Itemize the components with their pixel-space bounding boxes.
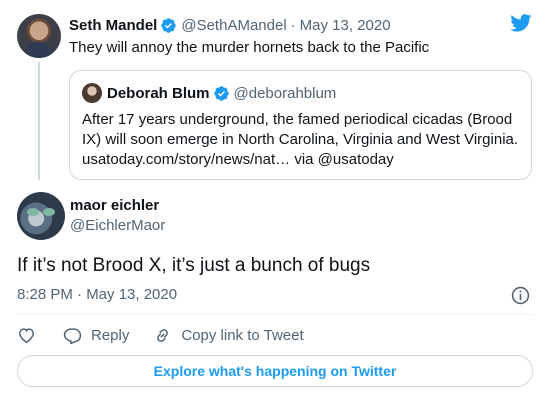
parent-tweet-date[interactable]: May 13, 2020 bbox=[300, 17, 391, 34]
like-button[interactable] bbox=[17, 326, 43, 345]
thread-connector-line bbox=[38, 62, 40, 180]
quoted-tweet[interactable]: Deborah Blum @deborahblum After 17 years… bbox=[69, 70, 532, 180]
quoted-author-handle: @deborahblum bbox=[233, 84, 337, 102]
reply-icon bbox=[63, 327, 82, 344]
info-icon[interactable] bbox=[511, 286, 530, 305]
quoted-tweet-header: Deborah Blum @deborahblum bbox=[107, 83, 336, 103]
quoted-text-line: IX) will soon emerge in North Carolina, … bbox=[82, 131, 519, 148]
verified-badge-icon bbox=[160, 17, 177, 34]
seth-mandel-avatar[interactable] bbox=[17, 14, 61, 58]
main-author-handle[interactable]: @EichlerMaor bbox=[70, 217, 165, 234]
twitter-bird-icon[interactable] bbox=[510, 14, 532, 32]
quoted-text-line: usatoday.com/story/news/nat… via @usatod… bbox=[82, 151, 394, 168]
tweet-timestamp[interactable]: 8:28 PM · May 13, 2020 bbox=[17, 285, 177, 305]
main-tweet-text: If it’s not Brood X, it’s just a bunch o… bbox=[17, 255, 371, 276]
deborah-blum-avatar bbox=[82, 83, 102, 103]
parent-author-handle[interactable]: @SethAMandel bbox=[181, 17, 286, 34]
copy-link-label: Copy link to Tweet bbox=[181, 326, 304, 344]
copy-link-button[interactable]: Copy link to Tweet bbox=[153, 326, 304, 345]
explore-twitter-button[interactable]: Explore what's happening on Twitter bbox=[17, 355, 533, 387]
quoted-author-name: Deborah Blum bbox=[107, 84, 210, 102]
main-author-name[interactable]: maor eichler bbox=[70, 197, 159, 214]
parent-tweet-text: They will annoy the murder hornets back … bbox=[69, 39, 430, 56]
maor-eichler-avatar[interactable] bbox=[17, 192, 65, 240]
reply-button[interactable]: Reply bbox=[63, 326, 129, 345]
tweet-actions: Reply Copy link to Tweet bbox=[17, 323, 304, 347]
divider bbox=[17, 314, 533, 315]
header-separator: · bbox=[290, 16, 296, 34]
parent-author-name[interactable]: Seth Mandel bbox=[69, 17, 157, 34]
verified-badge-icon bbox=[213, 85, 230, 102]
reply-label: Reply bbox=[91, 326, 130, 344]
quoted-tweet-text: After 17 years underground, the famed pe… bbox=[82, 110, 526, 170]
parent-tweet-header: Seth Mandel @SethAMandel · May 13, 2020 bbox=[69, 15, 391, 35]
link-icon bbox=[157, 328, 169, 342]
heart-icon bbox=[19, 327, 34, 343]
quoted-text-line: After 17 years underground, the famed pe… bbox=[82, 111, 513, 128]
embedded-tweet-card: Seth Mandel @SethAMandel · May 13, 2020 … bbox=[0, 0, 550, 404]
